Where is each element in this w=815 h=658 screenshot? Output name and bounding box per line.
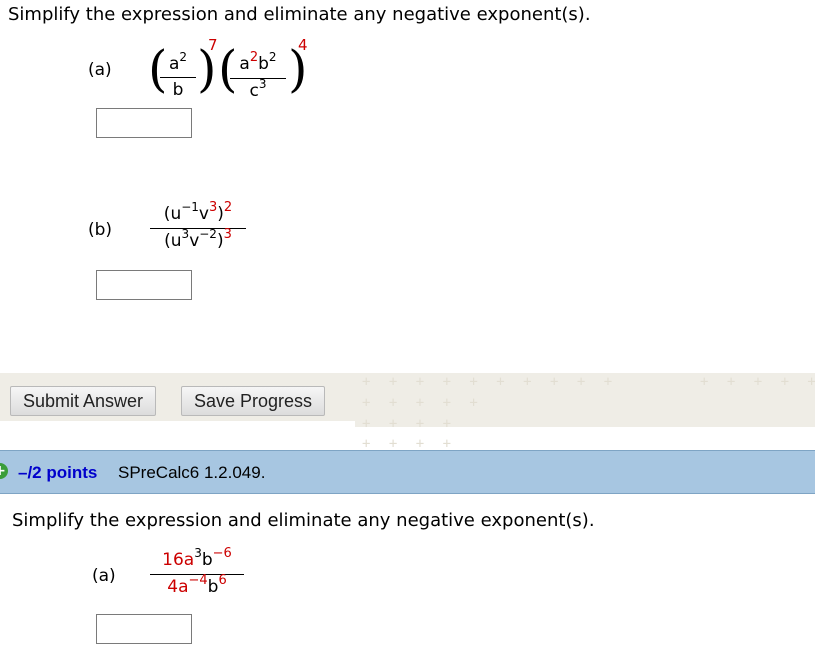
exponent: −2 bbox=[199, 227, 217, 241]
fraction-bar bbox=[230, 78, 286, 79]
var-v: v bbox=[198, 204, 209, 224]
exponent: 3 bbox=[181, 227, 190, 241]
outer-exponent: 2 bbox=[223, 200, 233, 215]
var-a: a bbox=[239, 54, 250, 74]
var-a: a bbox=[168, 54, 180, 74]
q1-part-b-fraction: (u−1v3)2 (u3v−2)3 bbox=[150, 200, 246, 253]
q1-part-b-answer-input[interactable] bbox=[96, 270, 192, 300]
fraction-bar bbox=[160, 77, 196, 78]
submit-answer-button[interactable]: Submit Answer bbox=[10, 386, 157, 416]
q1-instruction: Simplify the expression and eliminate an… bbox=[8, 4, 591, 25]
var-b: b bbox=[207, 577, 219, 597]
fraction-a2b2-over-c3: a2b2 c3 bbox=[230, 50, 286, 102]
q1-part-a-answer-input[interactable] bbox=[96, 108, 192, 138]
close-paren: ) bbox=[217, 204, 224, 224]
decorative-pattern: + + + + + bbox=[362, 395, 483, 411]
var-a: a bbox=[178, 577, 189, 597]
var-u: u bbox=[170, 204, 182, 224]
exponent: 6 bbox=[218, 573, 227, 588]
question-header-bar: + –/2 points SPreCalc6 1.2.049. bbox=[0, 450, 815, 494]
expand-plus-icon[interactable]: + bbox=[0, 463, 8, 479]
q2-part-a-fraction: 16a3b−6 4a−4b6 bbox=[150, 546, 244, 599]
decorative-pattern: + + + + + + bbox=[700, 374, 815, 390]
outer-exponent: 3 bbox=[223, 227, 232, 242]
decorative-pattern: + + + + + + + + + + bbox=[362, 374, 618, 390]
fraction-a2-over-b: a2 b bbox=[160, 50, 196, 100]
q2-part-a-label: (a) bbox=[92, 566, 116, 586]
var-b: b bbox=[258, 54, 269, 74]
q1-part-a-label: (a) bbox=[88, 60, 112, 80]
exponent: −1 bbox=[181, 200, 199, 214]
exponent: 2 bbox=[268, 50, 277, 64]
exponent: −6 bbox=[212, 546, 232, 561]
var-u: u bbox=[170, 231, 182, 251]
q2-part-a-answer-input[interactable] bbox=[96, 614, 192, 644]
coefficient: 16 bbox=[162, 550, 184, 570]
var-v: v bbox=[189, 231, 200, 251]
question-code: SPreCalc6 1.2.049. bbox=[118, 463, 266, 482]
var-c: c bbox=[249, 81, 259, 101]
points-link[interactable]: –/2 points bbox=[18, 463, 97, 483]
var-a: a bbox=[183, 550, 195, 570]
exponent: −4 bbox=[188, 573, 208, 588]
decorative-pattern: + + + + bbox=[362, 416, 457, 432]
exponent: 3 bbox=[194, 546, 202, 560]
panel-notch bbox=[0, 421, 355, 431]
close-paren: ) bbox=[216, 231, 224, 251]
exponent: 2 bbox=[179, 50, 188, 64]
exponent: 3 bbox=[208, 200, 218, 215]
q1-part-b-label: (b) bbox=[88, 220, 113, 240]
exponent: 3 bbox=[258, 77, 267, 91]
exponent: 2 bbox=[249, 50, 259, 65]
outer-exponent: 7 bbox=[208, 36, 218, 54]
save-progress-button[interactable]: Save Progress bbox=[181, 386, 326, 416]
var-b: b bbox=[201, 550, 213, 570]
var-b: b bbox=[172, 80, 184, 100]
q2-instruction: Simplify the expression and eliminate an… bbox=[12, 510, 595, 531]
coefficient: 4 bbox=[167, 577, 179, 597]
open-paren: ( bbox=[164, 231, 171, 251]
outer-exponent: 4 bbox=[298, 36, 308, 54]
